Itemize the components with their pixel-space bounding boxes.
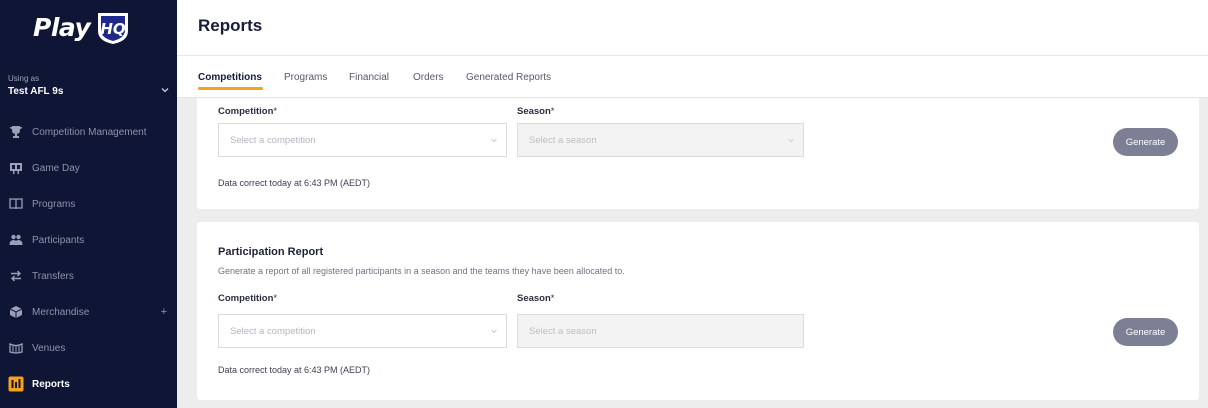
trophy-icon (8, 124, 24, 140)
sidebar-item-label: Reports (32, 378, 70, 390)
logo-badge-text: HQ (101, 20, 127, 38)
season-select[interactable]: Select a season (517, 314, 804, 348)
generate-button[interactable]: Generate (1113, 128, 1178, 156)
tab-competitions[interactable]: Competitions (198, 72, 262, 83)
sidebar-item-transfers[interactable]: Transfers (0, 258, 177, 294)
people-icon (8, 232, 24, 248)
main-content: Reports Competitions Programs Financial … (177, 0, 1208, 408)
hq-badge-icon: HQ (98, 13, 129, 44)
competition-select-placeholder: Select a competition (230, 325, 316, 337)
chevron-down-icon (788, 138, 794, 143)
box-icon (8, 304, 24, 320)
sidebar-item-competition-management[interactable]: Competition Management (0, 114, 177, 150)
sidebar-item-label: Merchandise (32, 306, 90, 318)
sidebar-item-participants[interactable]: Participants (0, 222, 177, 258)
competition-select[interactable]: Select a competition (218, 314, 507, 348)
report-tabs: Competitions Programs Financial Orders G… (177, 56, 1208, 98)
sidebar: Play HQ Using as Test AFL 9s Competition… (0, 0, 177, 408)
generate-button[interactable]: Generate (1113, 318, 1178, 346)
competition-label: Competition* (218, 293, 278, 304)
season-select-placeholder: Select a season (529, 134, 597, 146)
sidebar-item-game-day[interactable]: Game Day (0, 150, 177, 186)
tab-orders[interactable]: Orders (413, 72, 444, 83)
book-icon (8, 196, 24, 212)
season-label: Season* (517, 293, 555, 304)
card-title: Participation Report (218, 246, 324, 258)
competition-label: Competition* (218, 106, 278, 117)
sidebar-nav: Competition Management Game Day Programs… (0, 114, 177, 402)
scoreboard-icon (8, 160, 24, 176)
competition-select[interactable]: Select a competition (218, 123, 507, 157)
logo-text: Play (33, 12, 91, 42)
sidebar-item-label: Game Day (32, 162, 80, 174)
sidebar-item-label: Competition Management (32, 126, 147, 138)
sidebar-item-venues[interactable]: Venues (0, 330, 177, 366)
participation-report-card: Participation Report Generate a report o… (197, 222, 1199, 400)
page-title: Reports (198, 16, 263, 35)
tab-financial[interactable]: Financial (349, 72, 389, 83)
sidebar-item-merchandise[interactable]: Merchandise + (0, 294, 177, 330)
chevron-down-icon (491, 329, 497, 334)
sidebar-item-label: Venues (32, 342, 66, 354)
tab-generated-reports[interactable]: Generated Reports (466, 72, 551, 83)
expand-plus-icon[interactable]: + (161, 306, 167, 318)
sidebar-item-label: Participants (32, 234, 85, 246)
data-correct-note: Data correct today at 6:43 PM (AEDT) (218, 365, 371, 375)
transfer-arrows-icon (8, 268, 24, 284)
stadium-icon (8, 340, 24, 356)
card-description: Generate a report of all registered part… (218, 266, 625, 276)
data-correct-note: Data correct today at 6:43 PM (AEDT) (218, 178, 371, 188)
season-select-placeholder: Select a season (529, 325, 597, 337)
sidebar-item-label: Programs (32, 198, 76, 210)
chevron-down-icon[interactable] (160, 85, 170, 95)
active-tab-indicator (198, 87, 263, 90)
chevron-down-icon (491, 138, 497, 143)
sidebar-item-label: Transfers (32, 270, 74, 282)
org-switcher-name[interactable]: Test AFL 9s (8, 86, 63, 97)
tab-programs[interactable]: Programs (284, 72, 327, 83)
page-header: Reports (177, 0, 1208, 56)
sidebar-item-reports[interactable]: Reports (0, 366, 177, 402)
season-select[interactable]: Select a season (517, 123, 804, 157)
using-as-label: Using as (8, 74, 40, 83)
season-label: Season* (517, 106, 555, 117)
competition-select-placeholder: Select a competition (230, 134, 316, 146)
playhq-logo[interactable]: Play HQ (33, 6, 132, 48)
sidebar-item-programs[interactable]: Programs (0, 186, 177, 222)
report-card: Competition* Season* Select a competitio… (197, 98, 1199, 209)
reports-icon (8, 376, 24, 392)
